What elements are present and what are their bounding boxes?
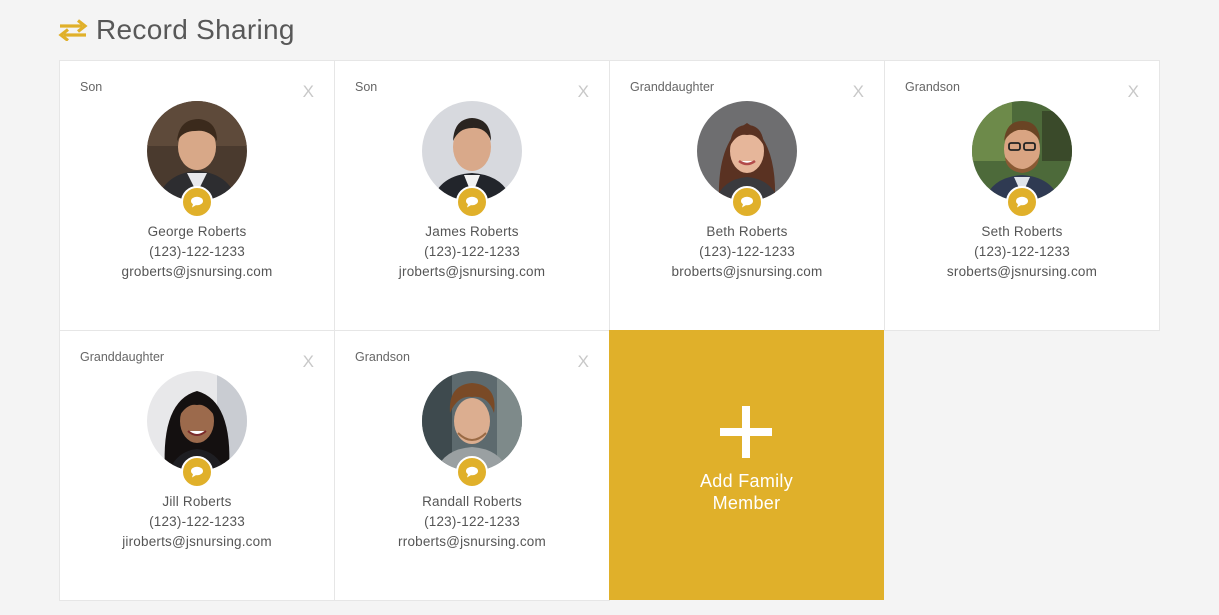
remove-member-button[interactable]: X xyxy=(578,353,589,370)
chat-bubble-icon xyxy=(1016,196,1028,208)
member-email[interactable]: broberts@jsnursing.com xyxy=(610,264,884,279)
page-title: Record Sharing xyxy=(96,14,295,45)
member-name: Randall Roberts xyxy=(422,494,522,509)
family-member-card: Granddaughter X Jill Roberts (123)-122-1… xyxy=(59,330,335,601)
relation-label: Son xyxy=(80,80,103,94)
member-phone: (123)-122-1233 xyxy=(974,244,1070,259)
member-phone: (123)-122-1233 xyxy=(424,244,520,259)
message-button[interactable] xyxy=(181,186,213,218)
member-email[interactable]: groberts@jsnursing.com xyxy=(60,264,334,279)
add-label-line2: Member xyxy=(712,493,781,513)
message-button[interactable] xyxy=(456,186,488,218)
member-phone: (123)-122-1233 xyxy=(424,514,520,529)
chat-bubble-icon xyxy=(191,196,203,208)
relation-label: Grandson xyxy=(905,80,960,94)
family-member-card: Granddaughter X Beth Roberts (123)-122-1… xyxy=(609,60,885,331)
record-sharing-page: Record Sharing Son X George Roberts (123… xyxy=(0,0,1219,615)
member-name: Seth Roberts xyxy=(981,224,1063,239)
member-name: Jill Roberts xyxy=(162,494,232,509)
plus-icon xyxy=(720,406,772,458)
message-button[interactable] xyxy=(456,456,488,488)
message-button[interactable] xyxy=(731,186,763,218)
swap-arrows-icon xyxy=(58,19,88,41)
message-button[interactable] xyxy=(181,456,213,488)
remove-member-button[interactable]: X xyxy=(853,83,864,100)
remove-member-button[interactable]: X xyxy=(303,83,314,100)
member-email[interactable]: jiroberts@jsnursing.com xyxy=(60,534,334,549)
member-email[interactable]: sroberts@jsnursing.com xyxy=(885,264,1159,279)
member-name: James Roberts xyxy=(425,224,519,239)
member-email[interactable]: jroberts@jsnursing.com xyxy=(335,264,609,279)
chat-bubble-icon xyxy=(191,466,203,478)
message-button[interactable] xyxy=(1006,186,1038,218)
family-member-card: Son X James Roberts (123)-122-1233 jrobe… xyxy=(334,60,610,331)
page-header: Record Sharing xyxy=(58,12,295,48)
family-member-card: Grandson X Randall Roberts (123)-122-123… xyxy=(334,330,610,601)
remove-member-button[interactable]: X xyxy=(303,353,314,370)
member-name: Beth Roberts xyxy=(706,224,788,239)
chat-bubble-icon xyxy=(741,196,753,208)
relation-label: Granddaughter xyxy=(80,350,165,364)
relation-label: Son xyxy=(355,80,378,94)
add-family-member-button[interactable]: Add Family Member xyxy=(609,330,884,600)
remove-member-button[interactable]: X xyxy=(578,83,589,100)
remove-member-button[interactable]: X xyxy=(1128,83,1139,100)
chat-bubble-icon xyxy=(466,466,478,478)
member-phone: (123)-122-1233 xyxy=(149,244,245,259)
add-family-member-label: Add Family Member xyxy=(609,470,884,514)
family-member-card: Son X George Roberts (123)-122-1233 grob… xyxy=(59,60,335,331)
relation-label: Granddaughter xyxy=(630,80,715,94)
add-label-line1: Add Family xyxy=(699,471,794,491)
member-email[interactable]: rroberts@jsnursing.com xyxy=(335,534,609,549)
relation-label: Grandson xyxy=(355,350,410,364)
chat-bubble-icon xyxy=(466,196,478,208)
member-phone: (123)-122-1233 xyxy=(699,244,795,259)
family-member-card: Grandson X Seth Roberts (123)-122-1233 s… xyxy=(884,60,1160,331)
member-name: George Roberts xyxy=(147,224,247,239)
family-member-grid: Son X George Roberts (123)-122-1233 grob… xyxy=(59,60,1160,601)
member-phone: (123)-122-1233 xyxy=(149,514,245,529)
